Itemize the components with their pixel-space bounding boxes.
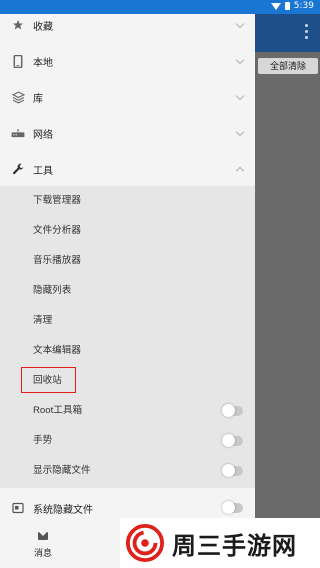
watermark-text: 周三手游网 xyxy=(172,531,297,560)
layers-icon xyxy=(11,90,25,104)
drawer-item-local[interactable]: 本地 xyxy=(0,43,255,79)
tool-item-gestures[interactable]: 手势 xyxy=(33,426,243,456)
tool-item-cleaner[interactable]: 清理 xyxy=(33,306,243,336)
drawer-item-library[interactable]: 库 xyxy=(0,79,255,115)
star-icon xyxy=(11,18,25,32)
recycle-bin-highlight-box xyxy=(21,367,76,393)
chevron-down-icon xyxy=(235,55,245,65)
status-time: 5:39 xyxy=(293,1,314,11)
toggle-knob xyxy=(222,501,235,514)
drawer-item-label: 收藏 xyxy=(33,21,53,33)
drawer-item-tools[interactable]: 工具 xyxy=(0,151,255,187)
drawer-item-label: 系统隐藏文件 xyxy=(33,504,93,516)
drawer-item-label: 库 xyxy=(33,93,43,105)
drawer-item-network[interactable]: 网络 xyxy=(0,115,255,151)
phone-icon xyxy=(11,54,25,68)
tool-item-download-manager[interactable]: 下载管理器 xyxy=(33,186,243,216)
more-options-icon[interactable] xyxy=(305,24,308,42)
chevron-up-icon xyxy=(235,166,245,176)
messages-button[interactable]: 消息 xyxy=(28,532,58,559)
background-content: 全部清除 xyxy=(255,52,320,568)
tool-item-file-analyzer[interactable]: 文件分析器 xyxy=(33,216,243,246)
drawer-item-label: 本地 xyxy=(33,57,53,69)
tool-item-text-editor[interactable]: 文本编辑器 xyxy=(33,336,243,366)
wifi-icon xyxy=(270,2,281,10)
battery-icon xyxy=(284,2,290,10)
chevron-down-icon xyxy=(235,127,245,137)
tool-item-hidden-list[interactable]: 隐藏列表 xyxy=(33,276,243,306)
gestures-toggle[interactable] xyxy=(222,434,243,447)
chevron-down-icon xyxy=(235,91,245,101)
tool-item-music-player[interactable]: 音乐播放器 xyxy=(33,246,243,276)
tools-submenu: 下载管理器 文件分析器 音乐播放器 隐藏列表 清理 文本编辑器 回收站 Root… xyxy=(0,186,255,488)
status-bar: 5:39 xyxy=(0,0,320,14)
mail-icon xyxy=(38,532,48,540)
drawer-item-label: 工具 xyxy=(33,165,53,177)
tool-item-show-hidden-files[interactable]: 显示隐藏文件 xyxy=(33,456,243,486)
navigation-drawer: 收藏 本地 库 网络 工具 下载管理器 文件分析器 音乐播放器 隐藏列表 清理 … xyxy=(0,0,255,568)
tool-item-root-toolbox[interactable]: Root工具箱 xyxy=(33,396,243,426)
toggle-knob xyxy=(222,404,235,417)
root-toolbox-toggle[interactable] xyxy=(222,404,243,417)
router-icon xyxy=(11,126,25,140)
system-files-icon xyxy=(11,501,25,515)
toggle-knob xyxy=(222,434,235,447)
status-icons: 5:39 xyxy=(270,1,314,11)
chevron-down-icon xyxy=(235,19,245,29)
watermark: 周三手游网 xyxy=(120,518,320,568)
app-bar xyxy=(255,14,320,52)
clear-all-button[interactable]: 全部清除 xyxy=(258,58,318,74)
drawer-item-label: 网络 xyxy=(33,129,53,141)
toggle-knob xyxy=(222,464,235,477)
show-hidden-files-toggle[interactable] xyxy=(222,464,243,477)
watermark-logo-icon xyxy=(126,524,164,562)
system-hidden-files-toggle[interactable] xyxy=(222,501,243,514)
messages-label: 消息 xyxy=(33,548,52,558)
wrench-icon xyxy=(11,162,25,176)
